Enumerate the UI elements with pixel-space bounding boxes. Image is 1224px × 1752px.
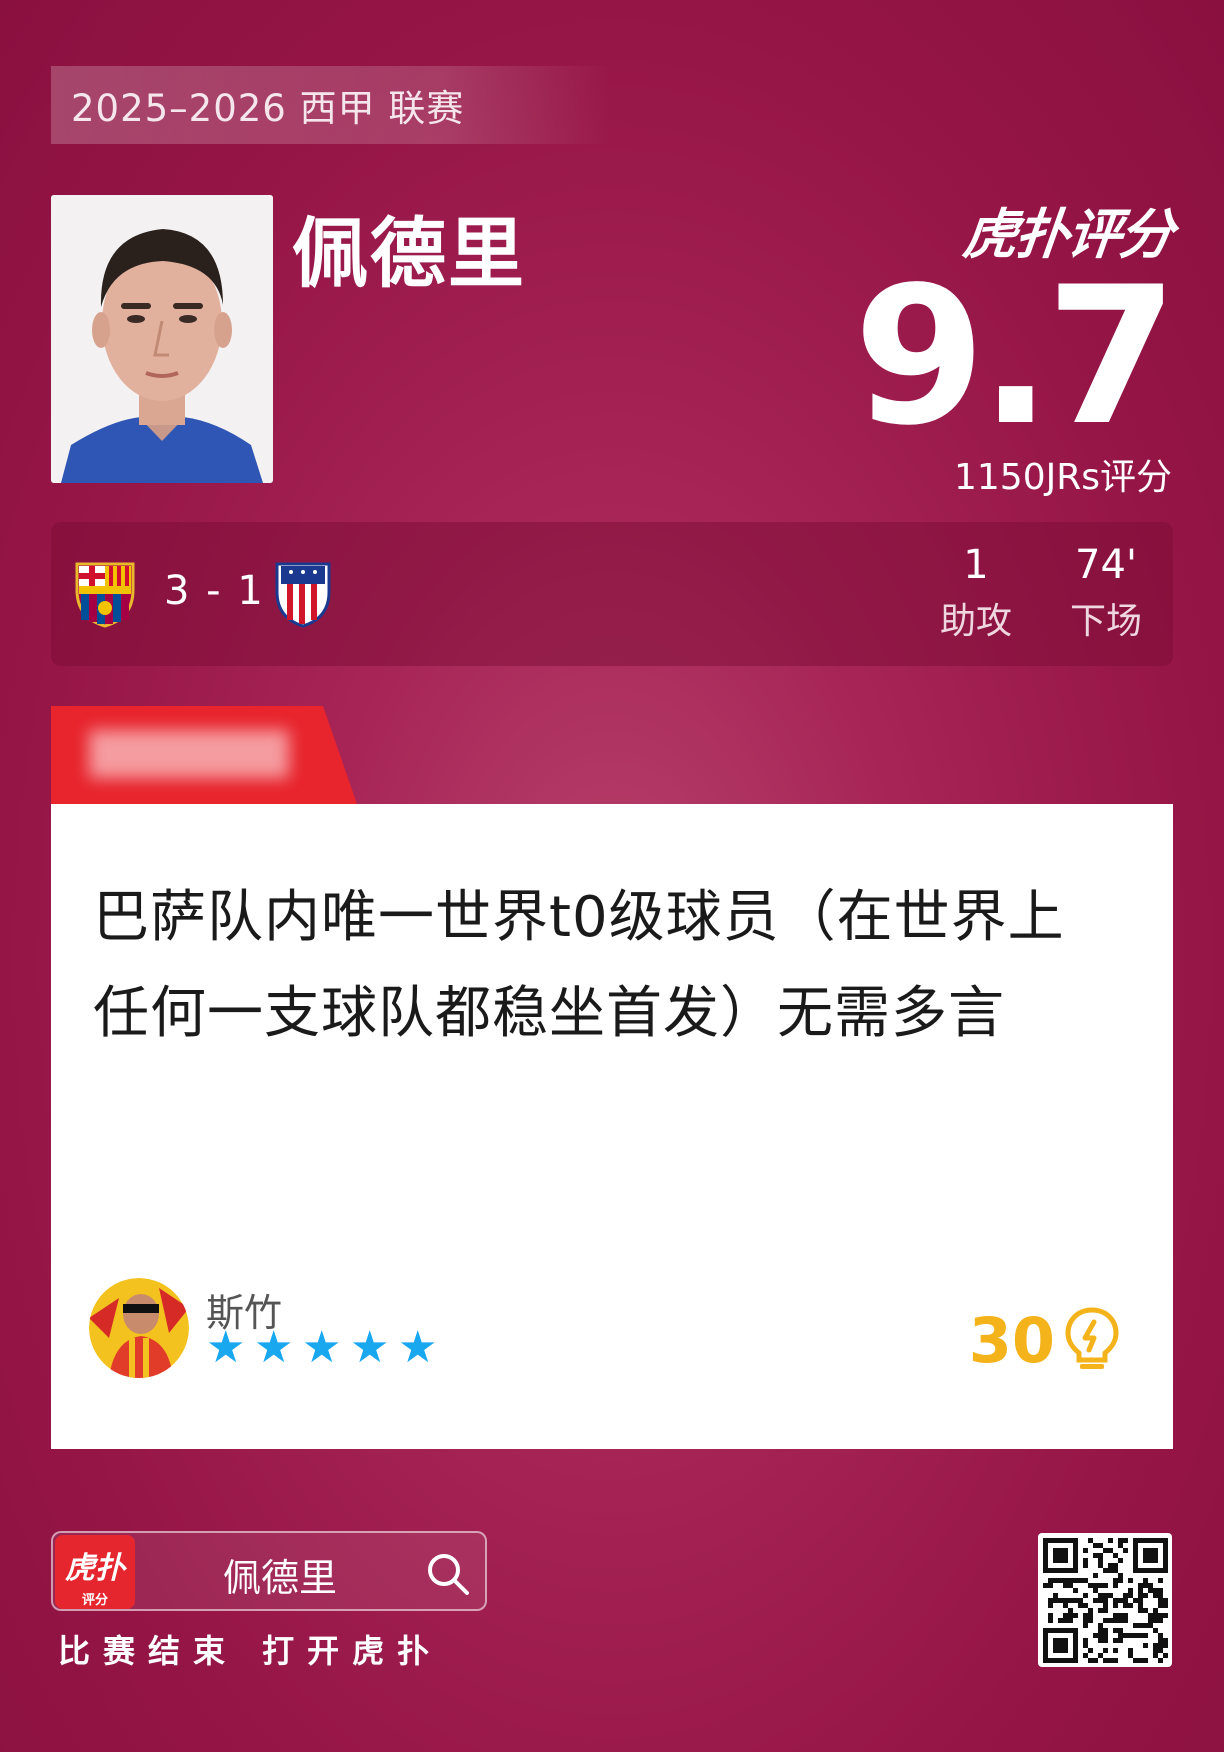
star-icon: ★ bbox=[302, 1322, 342, 1373]
match-score: 3 - 1 bbox=[164, 568, 265, 614]
lightbulb-icon bbox=[1063, 1306, 1121, 1376]
comment-card[interactable]: 巴萨队内唯一世界t0级球员（在世界上任何一支球队都稳坐首发）无需多言 斯竹 ★ … bbox=[51, 804, 1173, 1449]
rating-score: 9.7 bbox=[853, 246, 1178, 467]
search-caption: 比赛结束 打开虎扑 bbox=[58, 1632, 443, 1670]
stat-substituted: 74' 下场 bbox=[1051, 542, 1161, 644]
comment-text: 巴萨队内唯一世界t0级球员（在世界上任何一支球队都稳坐首发）无需多言 bbox=[93, 885, 1065, 1046]
star-icon: ★ bbox=[398, 1322, 438, 1373]
atletico-madrid-crest-icon bbox=[273, 558, 333, 632]
like-count: 30 bbox=[968, 1304, 1055, 1377]
hupu-app-icon: 虎扑 评分 bbox=[55, 1535, 135, 1609]
stat-assists-value: 1 bbox=[963, 542, 989, 588]
app-icon-main: 虎扑 bbox=[65, 1551, 125, 1586]
star-icon: ★ bbox=[254, 1322, 294, 1373]
search-box[interactable]: 虎扑 评分 佩德里 bbox=[51, 1531, 487, 1611]
league-label: 2025–2026 西甲 联赛 bbox=[71, 87, 465, 130]
player-name: 佩德里 bbox=[292, 209, 526, 298]
stat-assists: 1 助攻 bbox=[921, 542, 1031, 644]
league-banner: 2025–2026 西甲 联赛 bbox=[51, 66, 611, 144]
star-icon: ★ bbox=[206, 1322, 246, 1373]
app-icon-sub: 评分 bbox=[81, 1593, 108, 1608]
fc-barcelona-crest-icon bbox=[73, 560, 137, 632]
comment-tag-ribbon bbox=[51, 706, 357, 804]
rating-count: 1150JRs评分 bbox=[953, 457, 1172, 498]
star-icon: ★ bbox=[350, 1322, 390, 1373]
star-rating: ★ ★ ★ ★ ★ bbox=[206, 1326, 442, 1370]
blurred-tag-text bbox=[89, 730, 289, 778]
search-icon[interactable] bbox=[425, 1551, 471, 1601]
stat-substituted-label: 下场 bbox=[1069, 601, 1142, 642]
avatar[interactable] bbox=[89, 1278, 189, 1378]
qr-code bbox=[1038, 1533, 1172, 1667]
stat-substituted-value: 74' bbox=[1075, 542, 1137, 588]
player-photo bbox=[51, 195, 273, 483]
like-button[interactable]: 30 bbox=[969, 1304, 1121, 1377]
match-summary: 3 - 1 1 助攻 74' 下场 bbox=[51, 522, 1173, 666]
stat-assists-label: 助攻 bbox=[939, 601, 1012, 642]
search-term: 佩德里 bbox=[223, 1556, 338, 1600]
